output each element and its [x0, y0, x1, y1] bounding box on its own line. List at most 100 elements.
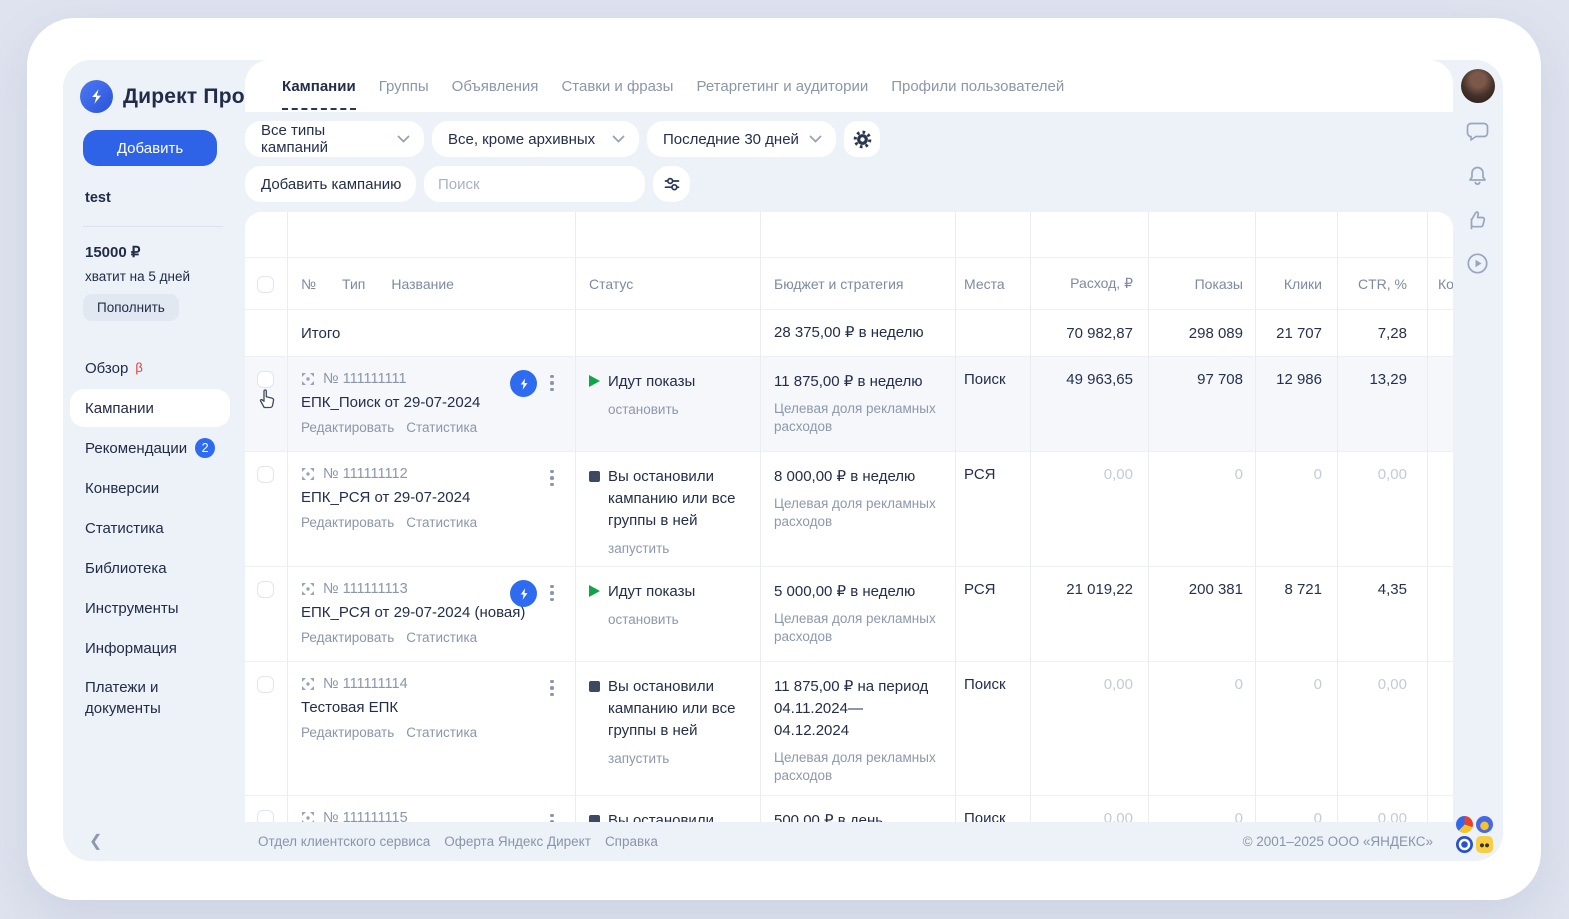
chat-icon[interactable] — [1465, 119, 1490, 144]
sidebar-item-overview[interactable]: Обзор β — [85, 348, 245, 388]
support-widget[interactable] — [1456, 816, 1494, 854]
tab-ads[interactable]: Объявления — [452, 78, 539, 95]
select-all-checkbox[interactable] — [257, 276, 274, 293]
column-settings-button[interactable] — [653, 166, 690, 202]
bell-icon[interactable] — [1465, 164, 1490, 189]
clicks-value: 0 — [1314, 676, 1322, 693]
edit-link[interactable]: Редактировать — [301, 515, 394, 530]
budget-value: 11 875,00 ₽ в неделю — [774, 371, 945, 393]
period-filter[interactable]: Последние 30 дней — [647, 121, 836, 157]
ctr-value: 4,35 — [1378, 581, 1407, 598]
sidebar-item-tools[interactable]: Инструменты — [85, 588, 245, 628]
topup-button[interactable]: Пополнить — [83, 294, 179, 321]
row-checkbox[interactable] — [257, 581, 274, 598]
campaign-number: № 111111114 — [323, 676, 408, 692]
clicks-value: 8 721 — [1284, 581, 1322, 598]
video-play-icon[interactable] — [1465, 251, 1490, 276]
campaign-number: № 111111113 — [323, 581, 408, 597]
sidebar-item-conversions[interactable]: Конверсии — [85, 468, 245, 508]
tab-groups[interactable]: Группы — [379, 78, 429, 95]
column-header-name[interactable]: Название — [391, 276, 454, 292]
totals-ctr: 7,28 — [1378, 325, 1407, 342]
clicks-value: 0 — [1314, 466, 1322, 483]
campaign-type-filter[interactable]: Все типы кампаний — [245, 121, 424, 157]
column-header-conversions[interactable]: Конверсии — [1438, 276, 1453, 292]
spend-value: 0,00 — [1104, 810, 1133, 822]
thumbs-up-icon[interactable] — [1465, 208, 1490, 233]
tab-bids-phrases[interactable]: Ставки и фразы — [561, 78, 673, 95]
beta-badge: β — [135, 360, 142, 375]
sidebar-item-payments[interactable]: Платежи и документы — [85, 668, 215, 730]
chevron-down-icon — [397, 135, 410, 143]
stop-link[interactable]: остановить — [608, 402, 679, 417]
row-checkbox[interactable] — [257, 466, 274, 483]
table-row: № 111111112 ЕПК_РСЯ от 29-07-2024 Редакт… — [245, 452, 1453, 567]
row-checkbox[interactable] — [257, 676, 274, 693]
statistics-link[interactable]: Статистика — [406, 725, 477, 740]
place-value: Поиск — [964, 810, 1006, 822]
row-menu-button[interactable] — [545, 581, 559, 605]
client-service-link[interactable]: Отдел клиентского сервиса — [258, 834, 430, 849]
help-link[interactable]: Справка — [605, 834, 658, 849]
tab-user-profiles[interactable]: Профили пользователей — [891, 78, 1064, 95]
column-header-places[interactable]: Места — [964, 276, 1005, 292]
start-link[interactable]: запустить — [608, 541, 669, 556]
row-menu-button[interactable] — [545, 810, 559, 822]
row-menu-button[interactable] — [545, 466, 559, 490]
ctr-value: 0,00 — [1378, 676, 1407, 693]
start-link[interactable]: запустить — [608, 751, 669, 766]
row-menu-button[interactable] — [545, 676, 559, 700]
column-header-budget[interactable]: Бюджет и стратегия — [774, 276, 903, 292]
widget-services-icon — [1456, 816, 1473, 833]
gear-icon — [852, 129, 873, 150]
campaign-name[interactable]: Тестовая ЕПК — [301, 699, 565, 716]
add-campaign-button[interactable]: Добавить кампанию — [245, 166, 416, 202]
sidebar-item-information[interactable]: Информация — [85, 628, 245, 668]
widget-alice-icon — [1456, 836, 1473, 853]
campaign-name[interactable]: ЕПК_РСЯ от 29-07-2024 — [301, 489, 565, 506]
sidebar-item-recommendations[interactable]: Рекомендации 2 — [85, 428, 245, 468]
boost-badge[interactable] — [510, 370, 537, 397]
column-header-clicks[interactable]: Клики — [1284, 276, 1322, 292]
column-header-num[interactable]: № — [301, 276, 316, 292]
archive-state-filter[interactable]: Все, кроме архивных — [432, 121, 639, 157]
sidebar-item-campaigns[interactable]: Кампании — [70, 389, 230, 427]
row-checkbox[interactable] — [257, 371, 274, 388]
totals-label: Итого — [301, 325, 340, 342]
column-header-type[interactable]: Тип — [342, 276, 365, 292]
column-header-ctr[interactable]: CTR, % — [1358, 276, 1407, 292]
statistics-link[interactable]: Статистика — [406, 630, 477, 645]
statistics-link[interactable]: Статистика — [406, 515, 477, 530]
sidebar-item-statistics[interactable]: Статистика — [85, 508, 245, 548]
statistics-link[interactable]: Статистика — [406, 420, 477, 435]
totals-budget: 28 375,00 ₽ в неделю — [774, 322, 924, 344]
edit-link[interactable]: Редактировать — [301, 725, 394, 740]
add-button[interactable]: Добавить — [83, 130, 217, 166]
stop-link[interactable]: остановить — [608, 612, 679, 627]
edit-link[interactable]: Редактировать — [301, 420, 394, 435]
copyright-text: © 2001–2025 ООО «ЯНДЕКС» — [1243, 834, 1433, 849]
column-header-status[interactable]: Статус — [589, 276, 633, 292]
column-header-spend[interactable]: Расход, ₽ — [1070, 275, 1133, 292]
edit-link[interactable]: Редактировать — [301, 630, 394, 645]
boost-badge[interactable] — [510, 580, 537, 607]
search-input[interactable] — [438, 176, 631, 193]
budget-value: 11 875,00 ₽ на период 04.11.2024— 04.12.… — [774, 676, 945, 742]
status-stopped-icon — [589, 471, 600, 482]
tab-retargeting[interactable]: Ретаргетинг и аудитории — [696, 78, 868, 95]
offer-link[interactable]: Оферта Яндекс Директ — [444, 834, 591, 849]
status-text: Идут показы — [608, 581, 748, 603]
shows-value: 0 — [1235, 466, 1243, 483]
collapse-sidebar-chevron[interactable]: ❮ — [89, 831, 102, 851]
row-menu-button[interactable] — [545, 371, 559, 395]
tab-campaigns[interactable]: Кампании — [282, 78, 356, 95]
user-avatar[interactable] — [1461, 69, 1495, 103]
table-row: № 111111114 Тестовая ЕПК Редактировать С… — [245, 662, 1453, 796]
ctr-value: 0,00 — [1378, 810, 1407, 822]
shows-value: 97 708 — [1197, 371, 1243, 388]
column-header-shows[interactable]: Показы — [1195, 276, 1243, 292]
sidebar-item-library[interactable]: Библиотека — [85, 548, 245, 588]
settings-button[interactable] — [844, 121, 880, 157]
brand-logo[interactable]: Директ Про — [80, 80, 245, 113]
row-checkbox[interactable] — [257, 810, 274, 822]
